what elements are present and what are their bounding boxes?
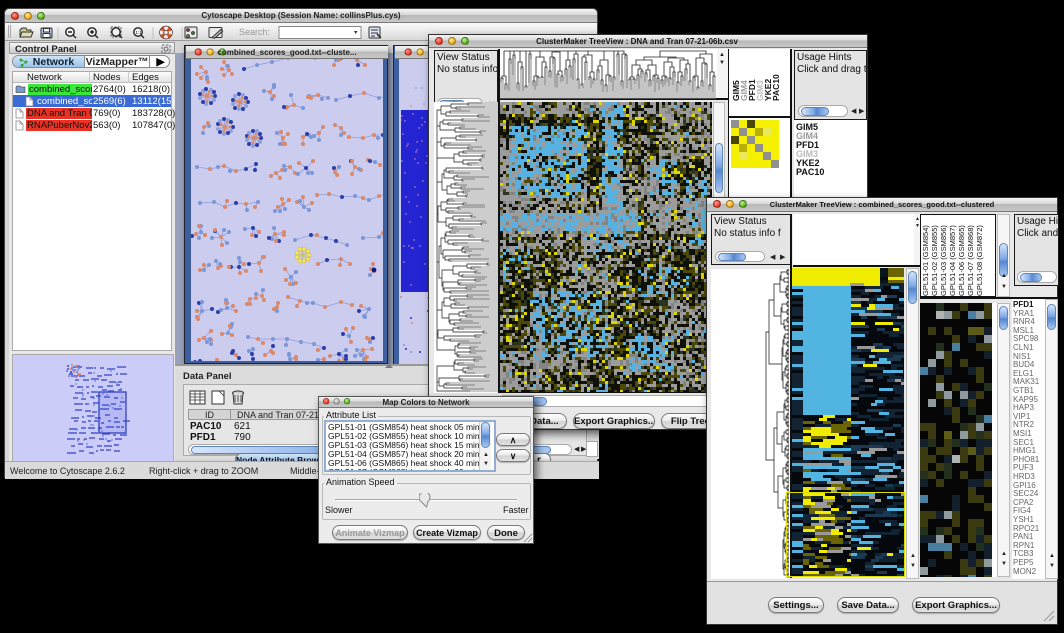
svg-text:Search:: Search: <box>239 27 270 37</box>
svg-text:1:1: 1:1 <box>136 30 143 35</box>
